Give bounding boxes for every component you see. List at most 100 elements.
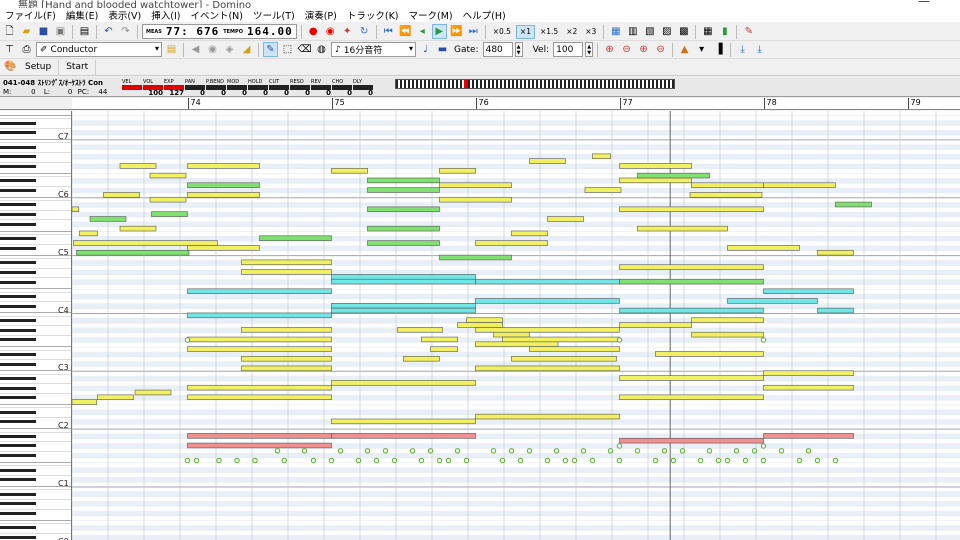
note[interactable] [619, 278, 764, 285]
new-file-icon[interactable]: 🗋 [2, 24, 17, 39]
note[interactable] [619, 206, 764, 213]
event-dot[interactable] [252, 457, 258, 464]
note[interactable] [817, 249, 854, 256]
skip-start-icon[interactable]: ⏮ [381, 24, 396, 39]
mode-icon[interactable]: ⊤ [2, 42, 17, 57]
note[interactable] [187, 163, 260, 169]
note[interactable] [187, 384, 332, 391]
black-key[interactable] [0, 386, 36, 390]
note[interactable] [187, 288, 332, 294]
event-dot[interactable] [760, 337, 767, 343]
note[interactable] [397, 327, 443, 333]
event-dot[interactable] [391, 457, 398, 464]
event-dot[interactable] [463, 457, 470, 464]
note[interactable] [493, 331, 530, 338]
note[interactable] [73, 240, 218, 246]
piano-roll-icon[interactable]: ▥ [625, 24, 640, 39]
note[interactable] [72, 399, 98, 405]
note[interactable] [835, 201, 872, 208]
event-dot[interactable] [661, 448, 668, 454]
note[interactable] [817, 307, 854, 314]
note[interactable] [511, 230, 548, 237]
note[interactable] [331, 168, 368, 174]
event-dot[interactable] [445, 457, 452, 464]
event-dot[interactable] [616, 337, 623, 343]
brush-tool-icon[interactable]: ◍ [314, 42, 329, 57]
event-dot[interactable] [751, 448, 758, 454]
note[interactable] [475, 327, 620, 333]
event-dot[interactable] [184, 457, 191, 464]
settings-icon[interactable]: ✎ [741, 24, 756, 39]
black-key[interactable] [0, 434, 36, 438]
black-key[interactable] [0, 328, 36, 332]
note[interactable] [439, 182, 512, 188]
note[interactable] [241, 327, 332, 333]
event-dot[interactable] [544, 457, 551, 464]
note-length-select[interactable]: ♪ 16分音符 ▾ [331, 42, 416, 57]
redo-icon[interactable]: ↷ [118, 24, 133, 39]
play-icon[interactable]: ▶ [431, 24, 447, 39]
note[interactable] [439, 168, 476, 174]
event-dot[interactable] [553, 448, 560, 454]
note[interactable] [151, 211, 188, 217]
note[interactable] [149, 172, 187, 179]
mute-icon[interactable]: ◉ [205, 42, 220, 57]
event-dot[interactable] [832, 457, 839, 464]
setup-button[interactable]: Setup [18, 59, 60, 75]
event-dot[interactable] [310, 457, 317, 464]
note[interactable] [79, 230, 98, 237]
black-key[interactable] [0, 511, 36, 515]
eraser-tool-icon[interactable]: ⌫ [297, 42, 312, 57]
black-key[interactable] [0, 444, 36, 448]
note[interactable] [331, 278, 476, 285]
mixer-icon[interactable]: ✦ [340, 24, 355, 39]
black-key[interactable] [0, 179, 36, 183]
event-dot[interactable] [571, 457, 578, 464]
export-down-icon[interactable]: ⤓ [752, 42, 767, 57]
speed-1-5[interactable]: ×1.5 [537, 25, 561, 39]
event-dot[interactable] [184, 337, 191, 343]
snap-icon[interactable]: ▲ [677, 42, 692, 57]
event-dot[interactable] [679, 448, 686, 454]
event-dot[interactable] [382, 448, 389, 454]
vel-spinner[interactable]: ▲ ▼ [585, 42, 594, 57]
note[interactable] [367, 225, 440, 232]
note[interactable] [367, 206, 440, 213]
menu-help[interactable]: ヘルプ(H) [458, 8, 511, 22]
note[interactable] [475, 341, 559, 347]
black-key[interactable] [0, 410, 36, 414]
note[interactable] [241, 356, 332, 362]
note[interactable] [119, 225, 157, 232]
event-dot[interactable] [706, 448, 713, 454]
event-dot[interactable] [616, 443, 623, 449]
fast-forward-icon[interactable]: ⏩ [449, 24, 464, 39]
black-key[interactable] [0, 155, 36, 159]
piano-keyboard[interactable]: C7C6C5C4C3C2C1C0 [0, 111, 72, 540]
note[interactable] [403, 356, 440, 362]
export-icon[interactable]: ▣ [53, 24, 68, 39]
black-key[interactable] [0, 295, 36, 299]
black-key[interactable] [0, 270, 36, 274]
event-dot[interactable] [427, 448, 434, 454]
note[interactable] [89, 216, 127, 222]
note[interactable] [331, 307, 476, 314]
event-dot[interactable] [562, 457, 569, 464]
black-key[interactable] [0, 454, 36, 458]
event-dot[interactable] [652, 457, 659, 464]
black-key[interactable] [0, 280, 36, 284]
note[interactable] [187, 182, 260, 188]
note[interactable] [367, 177, 440, 184]
note[interactable] [529, 158, 566, 164]
zoom-out-v-icon[interactable]: ⊖ [653, 42, 668, 57]
menu-event[interactable]: イベント(N) [185, 8, 248, 22]
event-dot[interactable] [742, 457, 749, 464]
note[interactable] [619, 264, 764, 270]
mini-keyboard[interactable] [395, 79, 675, 89]
black-key[interactable] [0, 145, 36, 149]
note[interactable] [619, 307, 764, 314]
minimize-button[interactable]: — [918, 0, 930, 8]
note[interactable] [619, 375, 764, 381]
event-dot[interactable] [508, 448, 515, 454]
gate-spinner[interactable]: ▲ ▼ [514, 42, 523, 57]
event-dot[interactable] [796, 457, 803, 464]
